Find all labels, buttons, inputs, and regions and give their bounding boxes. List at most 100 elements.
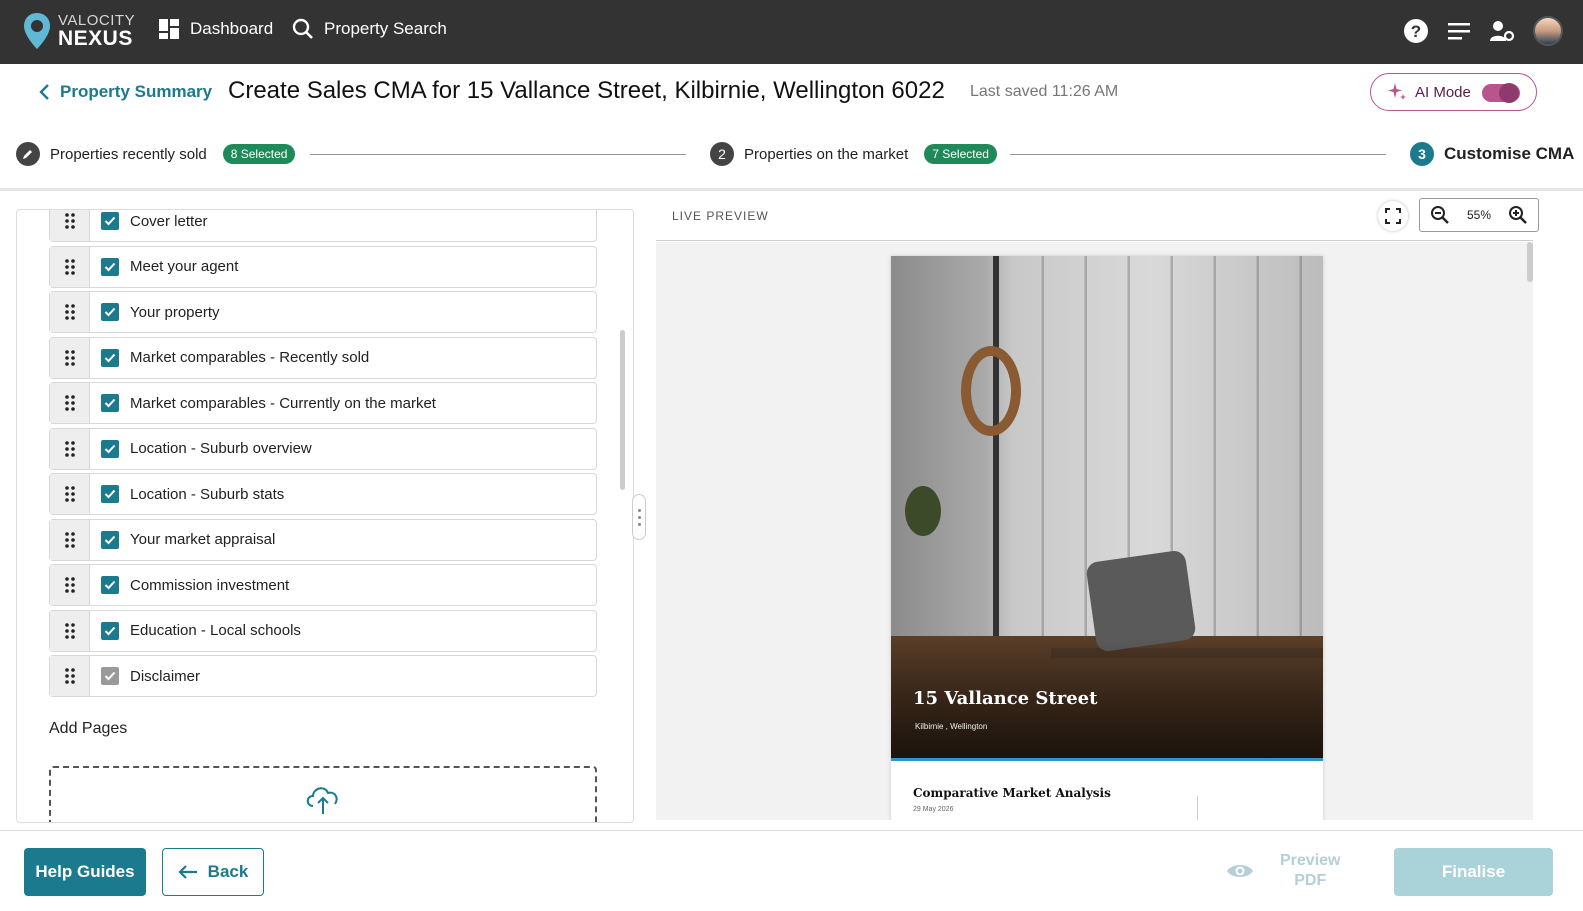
preview-scrollbar[interactable] <box>1527 242 1533 282</box>
page-list-item[interactable]: Cover letter <box>49 210 597 242</box>
property-summary-link[interactable]: Property Summary <box>38 82 212 102</box>
logo-line1: VALOCITY <box>58 12 136 29</box>
page-list-item[interactable]: Your property <box>49 291 597 333</box>
page-label: Meet your agent <box>130 258 239 275</box>
dashboard-icon <box>159 19 179 39</box>
step-customise-cma[interactable]: 3 Customise CMA <box>1410 142 1574 166</box>
doc-accent-bar <box>891 758 1323 761</box>
location-pin-icon <box>24 13 50 49</box>
doc-heading: Comparative Market Analysis <box>913 786 1111 800</box>
page-label: Commission investment <box>130 576 290 594</box>
checkmark-icon <box>104 580 116 590</box>
ai-mode-label: AI Mode <box>1415 83 1471 101</box>
page-label: Education - Local schools <box>130 622 301 639</box>
page-checkbox[interactable] <box>101 439 119 458</box>
page-checkbox[interactable] <box>101 257 119 276</box>
help-guides-button[interactable]: Help Guides <box>24 848 146 896</box>
arrow-left-icon <box>178 865 197 879</box>
cloud-upload-icon <box>306 787 338 814</box>
step-on-market[interactable]: 2 Properties on the market 7 Selected <box>710 142 997 166</box>
back-button[interactable]: Back <box>162 848 264 896</box>
pages-scrollbar[interactable] <box>620 330 625 490</box>
avatar[interactable] <box>1533 16 1563 46</box>
preview-area[interactable]: 15 Vallance Street Kilbirnie , Wellingto… <box>656 242 1533 820</box>
page-list-item[interactable]: Commission investment <box>49 564 597 606</box>
drag-handle-icon[interactable] <box>50 656 90 696</box>
page-list-item[interactable]: Education - Local schools <box>49 609 597 652</box>
zoom-out-icon[interactable] <box>1430 205 1450 225</box>
step-connector <box>1010 154 1386 155</box>
page-checkbox[interactable] <box>101 667 119 685</box>
doc-suburb: Kilbirnie , Wellington <box>915 722 988 731</box>
page-list-item[interactable]: Location - Suburb overview <box>49 427 597 470</box>
page-checkbox[interactable] <box>101 530 119 549</box>
property-summary-label: Property Summary <box>60 82 213 101</box>
step-1-label: Properties recently sold <box>50 145 207 163</box>
drag-handle-icon[interactable] <box>50 383 90 423</box>
step-connector <box>310 154 686 155</box>
page-label: Your market appraisal <box>130 531 276 548</box>
drag-handle-icon[interactable] <box>50 519 90 560</box>
page-label: Your property <box>130 303 220 321</box>
live-preview-title: LIVE PREVIEW <box>672 209 769 223</box>
page-list-item[interactable]: Your market appraisal <box>49 518 597 561</box>
page-checkbox[interactable] <box>101 576 119 594</box>
nav-dashboard[interactable]: Dashboard <box>158 18 273 40</box>
page-list-item[interactable]: Disclaimer <box>49 655 597 697</box>
nav-dashboard-label: Dashboard <box>190 19 274 38</box>
sparkle-icon <box>1388 83 1406 100</box>
step-1-circle <box>16 142 40 166</box>
preview-header: LIVE PREVIEW 55% <box>656 198 1539 241</box>
preview-pdf-line1: Preview <box>1280 852 1341 869</box>
step-2-badge: 7 Selected <box>924 144 997 164</box>
pencil-icon <box>23 150 32 159</box>
preview-pdf-button[interactable]: Preview PDF <box>1226 851 1340 891</box>
fullscreen-button[interactable] <box>1378 201 1408 231</box>
preview-pdf-line2: PDF <box>1294 872 1327 889</box>
nav-property-search[interactable]: Property Search <box>292 18 447 40</box>
step-recently-sold[interactable]: Properties recently sold 8 Selected <box>16 142 296 166</box>
step-3-circle: 3 <box>1410 142 1434 166</box>
fullscreen-icon <box>1385 208 1401 224</box>
page-label: Location - Suburb overview <box>130 440 312 457</box>
ai-mode-toggle[interactable]: AI Mode <box>1370 73 1537 111</box>
help-icon[interactable]: ? <box>1403 18 1429 44</box>
step-3-label: Customise CMA <box>1444 144 1575 163</box>
step-2-circle: 2 <box>710 142 734 166</box>
drag-handle-icon[interactable] <box>50 428 90 469</box>
drag-handle-icon[interactable] <box>50 210 90 241</box>
panel-resize-handle[interactable] <box>632 494 646 540</box>
drag-handle-icon[interactable] <box>50 474 90 514</box>
footer: Help Guides Back Preview PDF Finalise <box>0 830 1583 911</box>
ai-mode-switch[interactable] <box>1482 83 1520 103</box>
logo-line2: NEXUS <box>58 27 133 50</box>
checkmark-icon <box>104 398 116 408</box>
doc-separator <box>1197 796 1198 820</box>
drag-handle-icon[interactable] <box>50 292 90 332</box>
page-checkbox[interactable] <box>101 621 119 640</box>
page-checkbox[interactable] <box>101 303 119 321</box>
page-checkbox[interactable] <box>101 348 119 367</box>
page-list-item[interactable]: Location - Suburb stats <box>49 473 597 515</box>
drag-handle-icon[interactable] <box>50 246 90 287</box>
zoom-level: 55% <box>1466 208 1492 222</box>
drag-handle-icon[interactable] <box>50 610 90 651</box>
upload-dropzone[interactable] <box>49 766 597 822</box>
menu-icon[interactable] <box>1447 21 1471 41</box>
drag-handle-icon[interactable] <box>50 337 90 378</box>
page-checkbox[interactable] <box>101 394 119 412</box>
page-checkbox[interactable] <box>101 212 119 230</box>
page-checkbox[interactable] <box>101 485 119 503</box>
checkmark-icon <box>104 353 116 362</box>
pages-panel[interactable]: Cover letter Meet your agent Your property… <box>16 209 634 823</box>
page-list-item[interactable]: Market comparables - Currently on the ma… <box>49 382 597 424</box>
user-settings-icon[interactable] <box>1489 19 1515 43</box>
title-bar: Property Summary Create Sales CMA for 15… <box>0 64 1583 120</box>
page-list-item[interactable]: Market comparables - Recently sold <box>49 336 597 379</box>
logo[interactable]: VALOCITY NEXUS <box>22 12 135 50</box>
drag-handle-icon[interactable] <box>50 565 90 605</box>
doc-date: 29 May 2026 <box>913 806 954 813</box>
finalise-button[interactable]: Finalise <box>1394 848 1553 896</box>
page-list-item[interactable]: Meet your agent <box>49 245 597 288</box>
zoom-in-icon[interactable] <box>1508 205 1528 225</box>
